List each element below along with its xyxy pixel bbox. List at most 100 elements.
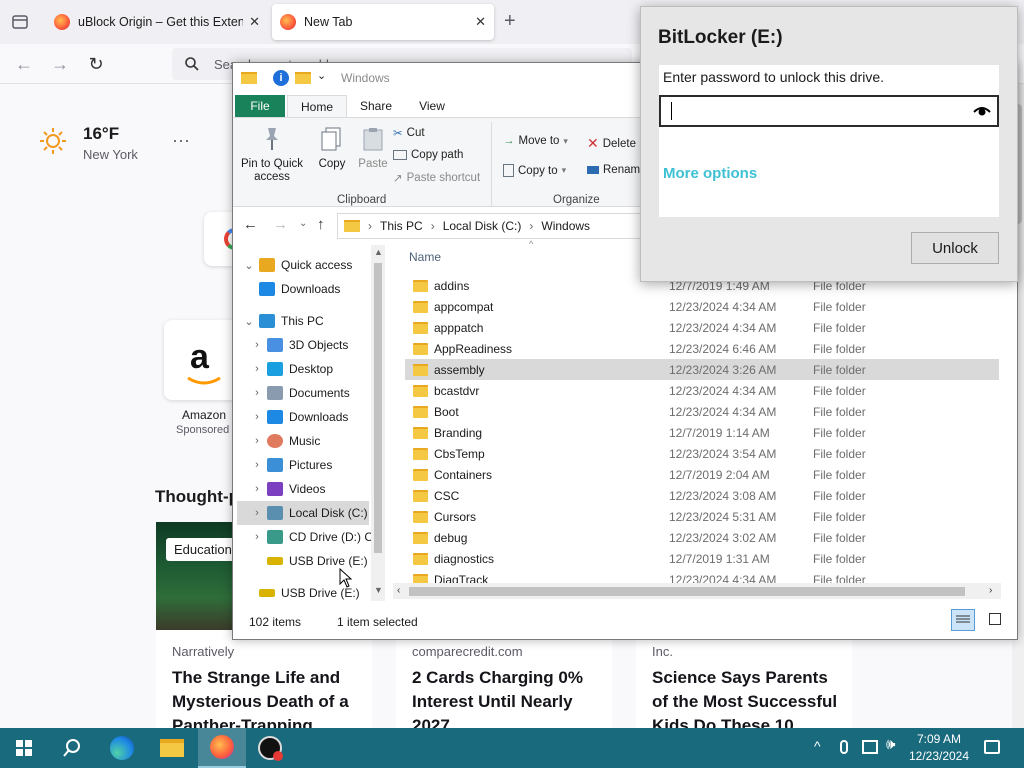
- nav-item-downloads[interactable]: Downloads: [259, 277, 387, 301]
- ribbon-tab-file[interactable]: File: [235, 95, 285, 117]
- close-tab-icon[interactable]: ✕: [249, 14, 260, 30]
- copy-to-icon: [503, 164, 514, 177]
- nav-item-3d-objects[interactable]: › 3D Objects: [247, 333, 377, 357]
- file-row[interactable]: Containers 12/7/2019 2:04 AM File folder: [405, 464, 999, 485]
- search-icon: [185, 57, 199, 71]
- nav-item-quick-access[interactable]: ⌄ Quick access: [239, 253, 369, 277]
- rename-button[interactable]: Rename: [587, 164, 646, 176]
- ribbon-tab-view[interactable]: View: [405, 95, 459, 117]
- file-row[interactable]: Boot 12/23/2024 4:34 AM File folder: [405, 401, 999, 422]
- breadcrumb-windows[interactable]: Windows: [541, 219, 590, 233]
- move-to-button[interactable]: → Move to ▾: [503, 135, 568, 147]
- search-shortcut-tile[interactable]: [204, 212, 246, 266]
- column-header-name[interactable]: Name: [409, 250, 441, 264]
- weather-menu-icon[interactable]: ···: [172, 130, 190, 151]
- network-icon[interactable]: [862, 740, 878, 754]
- file-row[interactable]: CSC 12/23/2024 3:08 AM File folder: [405, 485, 999, 506]
- nav-item-local-disk[interactable]: › Local Disk (C:): [237, 501, 369, 525]
- story-headline: Science Says Parents of the Most Success…: [652, 668, 838, 732]
- delete-button[interactable]: ✕ Delete: [587, 135, 636, 152]
- copy-path-button[interactable]: Copy path: [393, 149, 463, 161]
- clock-date[interactable]: 12/23/2024: [906, 749, 972, 763]
- nav-scrollbar[interactable]: ▲ ▼: [371, 245, 385, 601]
- file-row[interactable]: apppatch 12/23/2024 4:34 AM File folder: [405, 317, 999, 338]
- quick-access-dropdown-icon[interactable]: ⌄: [317, 69, 326, 82]
- ribbon-tab-share[interactable]: Share: [349, 95, 403, 117]
- taskbar-edge[interactable]: [98, 728, 146, 768]
- tab-new-tab[interactable]: New Tab ✕: [272, 4, 494, 40]
- nav-item-this-pc[interactable]: ⌄ This PC: [239, 309, 369, 333]
- tab-ublock[interactable]: uBlock Origin – Get this Extension for ✕: [46, 4, 268, 40]
- file-row[interactable]: Cursors 12/23/2024 5:31 AM File folder: [405, 506, 999, 527]
- file-date: 12/23/2024 4:34 AM: [669, 383, 777, 398]
- properties-icon[interactable]: i: [273, 70, 289, 86]
- paste-button[interactable]: Paste: [353, 126, 393, 171]
- file-row[interactable]: diagnostics 12/7/2019 1:31 AM File folder: [405, 548, 999, 569]
- password-prompt: Enter password to unlock this drive.: [663, 69, 884, 85]
- taskbar-firefox[interactable]: [198, 728, 246, 768]
- folder-icon: [413, 363, 428, 376]
- copy-to-button[interactable]: Copy to ▾: [503, 164, 566, 177]
- nav-item-videos[interactable]: › Videos: [247, 477, 377, 501]
- up-arrow-icon[interactable]: ↑: [317, 216, 325, 233]
- taskbar-search-button[interactable]: [48, 728, 96, 768]
- cut-button[interactable]: ✂ Cut: [393, 126, 425, 140]
- back-arrow-icon[interactable]: ←: [243, 216, 258, 233]
- clock-time[interactable]: 7:09 AM: [910, 732, 968, 746]
- back-icon[interactable]: ←: [10, 50, 38, 78]
- nav-item-music[interactable]: › Music: [247, 429, 377, 453]
- taskbar-app[interactable]: [246, 728, 294, 768]
- file-type: File folder: [813, 299, 866, 314]
- start-button[interactable]: [0, 728, 48, 768]
- microphone-icon[interactable]: [840, 740, 848, 754]
- notifications-icon[interactable]: [984, 740, 1000, 754]
- copy-button[interactable]: Copy: [311, 126, 353, 171]
- file-row[interactable]: bcastdvr 12/23/2024 4:34 AM File folder: [405, 380, 999, 401]
- tab-list-icon[interactable]: [10, 12, 30, 32]
- file-row[interactable]: appcompat 12/23/2024 4:34 AM File folder: [405, 296, 999, 317]
- show-password-eye-icon[interactable]: [973, 105, 991, 117]
- bitlocker-dialog: BitLocker (E:) Enter password to unlock …: [640, 6, 1018, 282]
- large-icons-view-icon[interactable]: [989, 613, 1001, 625]
- reload-icon[interactable]: ↻: [82, 50, 110, 78]
- file-row[interactable]: Branding 12/7/2019 1:14 AM File folder: [405, 422, 999, 443]
- new-folder-icon[interactable]: [295, 72, 311, 84]
- file-row[interactable]: CbsTemp 12/23/2024 3:54 AM File folder: [405, 443, 999, 464]
- breadcrumb-local-disk[interactable]: Local Disk (C:): [443, 219, 522, 233]
- taskbar-file-explorer[interactable]: [148, 728, 196, 768]
- nav-item-pictures[interactable]: › Pictures: [247, 453, 377, 477]
- file-row[interactable]: debug 12/23/2024 3:02 AM File folder: [405, 527, 999, 548]
- details-view-icon[interactable]: [951, 609, 975, 631]
- breadcrumb-this-pc[interactable]: This PC: [380, 219, 423, 233]
- nav-item-cd-drive[interactable]: › CD Drive (D:) C: [247, 525, 377, 549]
- nav-item-desktop[interactable]: › Desktop: [247, 357, 377, 381]
- forward-arrow-icon[interactable]: →: [273, 216, 288, 233]
- paste-shortcut-button[interactable]: ↗ Paste shortcut: [393, 171, 480, 185]
- recent-locations-icon[interactable]: ⌄: [299, 218, 307, 229]
- unlock-button[interactable]: Unlock: [911, 232, 999, 264]
- downloads-icon: [259, 282, 275, 296]
- nav-scroll-thumb[interactable]: [374, 263, 382, 553]
- nav-item-usb-drive[interactable]: USB Drive (E:): [259, 581, 387, 603]
- forward-icon[interactable]: →: [46, 50, 74, 78]
- file-date: 12/23/2024 4:34 AM: [669, 404, 777, 419]
- ribbon-tab-home[interactable]: Home: [287, 95, 347, 117]
- show-hidden-icons-icon[interactable]: ^: [814, 738, 821, 754]
- nav-item-usb-drive[interactable]: USB Drive (E:): [267, 549, 387, 573]
- move-arrow-icon: →: [503, 135, 515, 147]
- horizontal-scrollbar[interactable]: ‹ ›: [393, 583, 1001, 599]
- pin-quick-access-button[interactable]: Pin to Quick access: [237, 126, 307, 184]
- password-input[interactable]: [659, 95, 999, 127]
- h-scroll-thumb[interactable]: [409, 587, 965, 596]
- new-tab-plus-icon[interactable]: +: [504, 10, 516, 33]
- nav-item-downloads[interactable]: › Downloads: [247, 405, 377, 429]
- close-tab-icon[interactable]: ✕: [475, 14, 486, 30]
- more-options-link[interactable]: More options: [663, 165, 757, 182]
- paste-icon: [363, 128, 383, 151]
- volume-icon[interactable]: 🕪: [886, 736, 895, 753]
- file-row[interactable]: AppReadiness 12/23/2024 6:46 AM File folde…: [405, 338, 999, 359]
- file-type: File folder: [813, 551, 866, 566]
- file-row[interactable]: assembly 12/23/2024 3:26 AM File folder: [405, 359, 999, 380]
- file-name: bcastdvr: [434, 383, 480, 398]
- nav-item-documents[interactable]: › Documents: [247, 381, 377, 405]
